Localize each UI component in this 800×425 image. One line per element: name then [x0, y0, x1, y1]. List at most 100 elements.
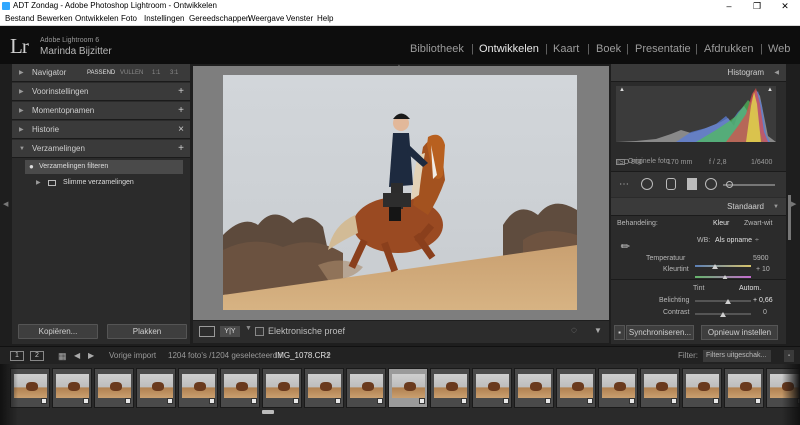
treatment-color[interactable]: Kleur [713, 220, 729, 227]
add-snapshot-icon[interactable]: + [178, 102, 184, 120]
histogram[interactable]: ▲ ▲ [616, 86, 776, 142]
current-filename[interactable]: IMG_1078.CR2 [275, 347, 331, 365]
module-afdrukken[interactable]: Afdrukken [704, 43, 754, 55]
filmstrip-thumbnail[interactable] [388, 368, 428, 408]
filmstrip-thumbnail[interactable] [262, 368, 302, 408]
loupe-view-icon[interactable] [199, 326, 215, 337]
toolbar-menu-arrow-icon[interactable]: ▼ [594, 326, 602, 335]
module-bibliotheek[interactable]: Bibliotheek [410, 43, 464, 55]
main-window-button[interactable]: 1 [10, 351, 24, 361]
original-photo-checkbox[interactable] [616, 159, 625, 165]
wb-eyedropper-icon[interactable]: ✎ [618, 239, 633, 254]
second-window-button[interactable]: 2 [30, 351, 44, 361]
highlight-clipping-icon[interactable]: ▲ [767, 87, 773, 93]
red-eye-icon[interactable] [666, 178, 676, 190]
filmstrip-thumbnail[interactable] [472, 368, 512, 408]
module-web[interactable]: Web [768, 43, 790, 55]
radial-filter-icon[interactable] [705, 178, 717, 190]
snapshots-header[interactable]: ▶ Momentopnamen + [12, 102, 190, 120]
tint-value[interactable]: + 10 [756, 266, 770, 273]
sync-button[interactable]: Synchroniseren... [626, 325, 694, 340]
filmstrip-thumbnail[interactable] [724, 368, 764, 408]
filter-lock-icon[interactable]: ▪ [784, 350, 794, 362]
menu-venster[interactable]: Venster [286, 12, 313, 26]
filmstrip-thumbnail[interactable] [304, 368, 344, 408]
module-ontwikkelen[interactable]: Ontwikkelen [479, 43, 539, 55]
close-button[interactable]: ✕ [774, 0, 796, 12]
navigator-header[interactable]: ▶ Navigator PASSEND VULLEN 1:1 3:1 [12, 64, 190, 82]
zoom-1-1[interactable]: 1:1 [152, 64, 160, 82]
menu-instellingen[interactable]: Instellingen [144, 12, 184, 26]
right-panel-toggle-icon[interactable]: ▶ [791, 200, 796, 208]
exposure-slider-thumb[interactable] [725, 299, 731, 304]
histogram-header[interactable]: Histogram ◀ [611, 64, 786, 82]
filmstrip-thumbnail[interactable] [556, 368, 596, 408]
filmstrip-scroll-thumb[interactable] [262, 410, 274, 414]
grid-view-icon[interactable]: ▦ [58, 347, 67, 365]
filmstrip-thumbnail[interactable] [136, 368, 176, 408]
zoom-3-1[interactable]: 3:1 [170, 64, 178, 82]
zoom-fit[interactable]: PASSEND [87, 64, 115, 82]
filmstrip-thumbnail[interactable] [598, 368, 638, 408]
spot-removal-icon[interactable] [641, 178, 653, 190]
left-panel-toggle-icon[interactable]: ◀ [3, 200, 8, 208]
menu-help[interactable]: Help [317, 12, 333, 26]
menu-gereedschappen[interactable]: Gereedschappen [189, 12, 250, 26]
menu-weergave[interactable]: Weergave [248, 12, 284, 26]
minimize-button[interactable]: – [718, 0, 740, 12]
module-kaart[interactable]: Kaart [553, 43, 579, 55]
add-collection-icon[interactable]: + [178, 140, 184, 158]
history-header[interactable]: ▶ Historie × [12, 121, 190, 139]
filmstrip-thumbnail[interactable] [220, 368, 260, 408]
filmstrip-thumbnail[interactable] [178, 368, 218, 408]
collection-filter-field[interactable]: ● Verzamelingen filteren [25, 160, 183, 174]
copy-settings-button[interactable]: Kopiëren... [18, 324, 98, 339]
menu-foto[interactable]: Foto [121, 12, 137, 26]
contrast-slider-thumb[interactable] [720, 312, 726, 317]
temperature-value[interactable]: 5900 [753, 255, 769, 262]
contrast-value[interactable]: 0 [763, 309, 767, 316]
module-presentatie[interactable]: Presentatie [635, 43, 691, 55]
shadow-clipping-icon[interactable]: ▲ [619, 87, 625, 93]
adjustment-brush-icon[interactable] [726, 181, 733, 188]
crop-overlay-icon[interactable]: ⋯ [619, 179, 629, 190]
dropdown-arrow-icon[interactable]: ▼ [245, 325, 252, 332]
paste-settings-button[interactable]: Plakken [107, 324, 187, 339]
filmstrip-thumbnail[interactable] [94, 368, 134, 408]
back-arrow-icon[interactable]: ◀ [74, 347, 80, 365]
right-panel-scrollbar[interactable] [788, 195, 791, 240]
source-label[interactable]: Vorige import [109, 347, 156, 365]
treatment-bw[interactable]: Zwart-wit [744, 220, 772, 227]
filmstrip-thumbnail[interactable] [514, 368, 554, 408]
graduated-filter-icon[interactable] [687, 178, 697, 190]
clear-history-icon[interactable]: × [178, 121, 184, 139]
filmstrip-thumbnail[interactable] [52, 368, 92, 408]
module-boek[interactable]: Boek [596, 43, 621, 55]
filter-select[interactable]: Filters uitgeschak... [703, 350, 771, 362]
zoom-fill[interactable]: VULLEN [120, 64, 143, 82]
before-after-icon[interactable]: Y|Y [220, 326, 240, 337]
lock-sync-icon[interactable]: ▪ [614, 325, 625, 340]
basic-header[interactable]: Standaard ▼ [611, 198, 786, 216]
filmstrip-thumbnail[interactable] [430, 368, 470, 408]
auto-tone-button[interactable]: Autom. [739, 285, 761, 292]
menu-ontwikkelen[interactable]: Ontwikkelen [75, 12, 119, 26]
smart-collections-row[interactable]: ▶ Slimme verzamelingen [36, 176, 208, 190]
wb-select[interactable]: Als opname [715, 237, 752, 244]
presets-header[interactable]: ▶ Voorinstellingen + [12, 83, 190, 101]
filmstrip-thumbnail[interactable] [640, 368, 680, 408]
filmstrip-thumbnail[interactable] [682, 368, 722, 408]
collections-header[interactable]: ▼ Verzamelingen + [12, 140, 190, 158]
temperature-slider-thumb[interactable] [712, 264, 718, 269]
exposure-value[interactable]: + 0,66 [753, 297, 773, 304]
exposure-slider[interactable] [695, 300, 751, 302]
filmstrip-thumbnail[interactable] [346, 368, 386, 408]
filename-dropdown-icon[interactable]: ▼ [326, 347, 332, 365]
menu-bestand[interactable]: Bestand [5, 12, 34, 26]
softproof-checkbox[interactable] [255, 327, 264, 336]
reset-button[interactable]: Opnieuw instellen [701, 325, 778, 340]
maximize-button[interactable]: ❐ [746, 0, 768, 12]
add-preset-icon[interactable]: + [178, 83, 184, 101]
forward-arrow-icon[interactable]: ▶ [88, 347, 94, 365]
menu-bewerken[interactable]: Bewerken [37, 12, 73, 26]
